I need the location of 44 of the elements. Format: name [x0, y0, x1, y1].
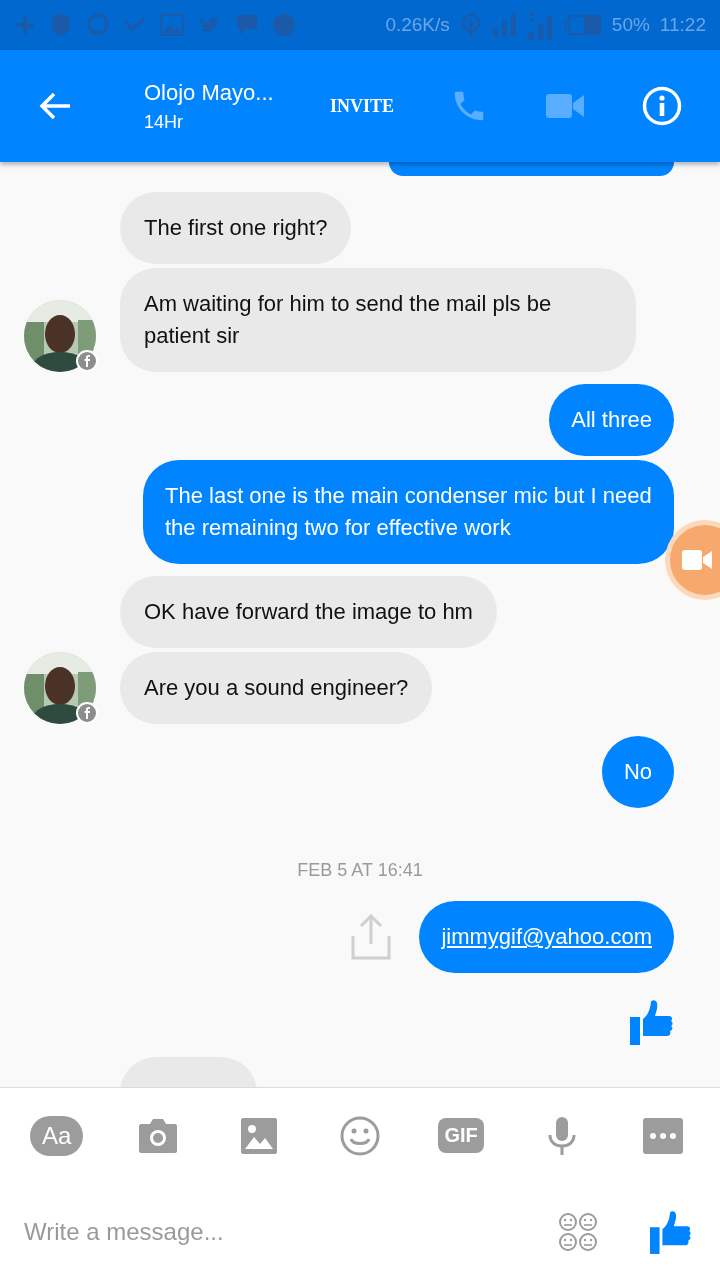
signal-icon: [527, 10, 554, 40]
message-bubble: OK have forward the image to hm: [120, 576, 497, 648]
message-field[interactable]: Write a message...: [24, 1217, 538, 1246]
camera-icon[interactable]: [137, 1117, 178, 1154]
back-icon[interactable]: [38, 91, 72, 121]
message-bubble: Am waiting for him to send the mail pls be patient sir: [120, 268, 636, 372]
network-speed: 0.26K/s: [385, 14, 450, 36]
plus-icon: [14, 14, 36, 36]
thumbs-up-icon: [630, 999, 674, 1045]
message-bubble: The first one right?: [120, 192, 352, 264]
image-icon: [160, 14, 184, 36]
message-bubble: All three: [549, 384, 674, 456]
clock: 11:22: [659, 14, 706, 36]
video-camera-icon: [682, 550, 712, 570]
badge-icon: [76, 702, 98, 724]
share-icon[interactable]: [351, 914, 392, 960]
chat-bubble-icon: [86, 13, 110, 37]
video-camera-icon[interactable]: [546, 93, 585, 119]
emoji-icon[interactable]: [340, 1115, 380, 1156]
reactions-icon[interactable]: [558, 1211, 598, 1252]
gif-button[interactable]: GIF: [438, 1118, 484, 1153]
battery-icon: [563, 14, 602, 36]
message-icon: [236, 14, 258, 36]
invite-button[interactable]: INVITE: [330, 91, 395, 121]
image-icon[interactable]: [240, 1117, 277, 1154]
check-icon: [124, 17, 146, 33]
info-icon[interactable]: [642, 86, 683, 126]
hotspot-icon: [459, 13, 482, 37]
badge-icon: [76, 350, 98, 372]
email-link[interactable]: jimmygif@yahoo.com: [441, 924, 652, 949]
contact-name[interactable]: Olojo Mayo...: [144, 79, 330, 106]
more-icon[interactable]: [643, 1117, 684, 1154]
message-bubble: No: [601, 736, 674, 808]
microphone-icon[interactable]: [547, 1116, 578, 1155]
active-time: 14Hr: [144, 111, 184, 133]
timestamp: FEB 5 AT 16:41: [297, 860, 423, 881]
shield-icon: [50, 13, 72, 37]
battery-percent: 50%: [611, 14, 650, 36]
message-bubble: Are you a sound engineer?: [120, 652, 433, 724]
circle-icon: [272, 13, 296, 37]
text-style-button[interactable]: Aa: [29, 1115, 84, 1156]
message-bubble: The last one is the main condenser mic but I need the remaining two for effective work: [143, 460, 674, 564]
signal-icon: [491, 13, 518, 37]
thumbs-up-icon[interactable]: [650, 1209, 692, 1254]
